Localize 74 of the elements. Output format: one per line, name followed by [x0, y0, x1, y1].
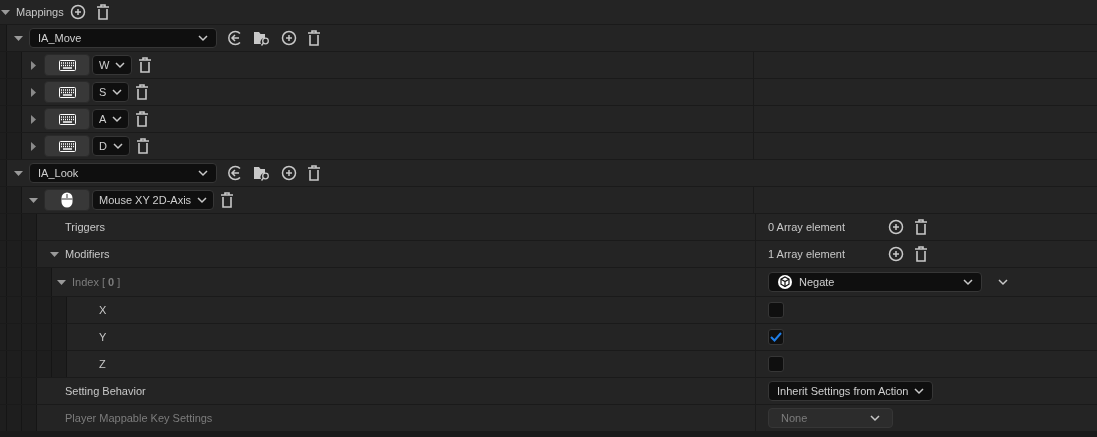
- delete-icon[interactable]: [307, 30, 321, 46]
- chevron-down-icon: [963, 278, 973, 286]
- key-device-button[interactable]: [44, 135, 90, 157]
- delete-icon[interactable]: [914, 219, 928, 235]
- key-device-button[interactable]: [44, 189, 90, 211]
- delete-icon[interactable]: [135, 138, 150, 154]
- chevron-down-icon: [197, 196, 208, 204]
- add-icon[interactable]: [69, 4, 86, 20]
- add-icon[interactable]: [888, 219, 904, 235]
- key-dropdown[interactable]: W: [92, 55, 133, 75]
- setting-dropdown[interactable]: Inherit Settings from Action: [768, 381, 934, 401]
- keyboard-icon: [58, 86, 76, 98]
- checkbox[interactable]: [768, 302, 784, 318]
- chevron-down-icon: [870, 414, 880, 422]
- keyboard-icon: [58, 113, 76, 125]
- action-dropdown[interactable]: IA_Move: [29, 28, 217, 48]
- key-dropdown[interactable]: D: [92, 136, 130, 156]
- chevron-down-icon: [914, 387, 925, 395]
- cube-icon: [777, 274, 793, 290]
- folder-search-icon[interactable]: [253, 30, 271, 46]
- property-label: Modifiers: [65, 248, 110, 260]
- property-label: Setting Behavior: [65, 385, 146, 397]
- delete-icon[interactable]: [220, 192, 235, 208]
- folder-search-icon[interactable]: [253, 165, 271, 181]
- key-dropdown[interactable]: Mouse XY 2D-Axis: [92, 190, 215, 210]
- checkbox[interactable]: [768, 329, 784, 345]
- delete-icon[interactable]: [135, 84, 150, 100]
- expanded-arrow-icon[interactable]: [13, 168, 23, 178]
- chevron-down-icon: [112, 115, 123, 123]
- collapsed-arrow-icon[interactable]: [28, 141, 38, 151]
- checkbox[interactable]: [768, 356, 784, 372]
- expanded-arrow-icon[interactable]: [56, 277, 66, 287]
- expanded-arrow-icon[interactable]: [28, 195, 38, 205]
- back-arrow-icon[interactable]: [227, 165, 243, 181]
- property-label: Triggers: [65, 221, 105, 233]
- property-label: X: [99, 304, 107, 316]
- chevron-down-icon: [198, 34, 208, 42]
- collapsed-arrow-icon[interactable]: [28, 87, 38, 97]
- delete-icon[interactable]: [135, 111, 150, 127]
- property-label: Index [ 0 ]: [72, 276, 121, 288]
- add-icon[interactable]: [281, 165, 297, 181]
- chevron-down-icon: [115, 61, 126, 69]
- modifier-dropdown[interactable]: Negate: [768, 272, 982, 292]
- expanded-arrow-icon[interactable]: [13, 33, 23, 43]
- add-icon[interactable]: [888, 246, 904, 262]
- expanded-arrow-icon[interactable]: [49, 249, 59, 259]
- array-count: 1 Array element: [768, 248, 847, 260]
- delete-icon[interactable]: [95, 4, 110, 20]
- key-dropdown[interactable]: S: [92, 82, 130, 102]
- delete-icon[interactable]: [138, 57, 153, 73]
- key-device-button[interactable]: [44, 54, 90, 76]
- section-title: Mappings: [16, 6, 64, 18]
- keyboard-icon: [58, 140, 76, 152]
- collapsed-arrow-icon[interactable]: [28, 114, 38, 124]
- expanded-arrow-icon[interactable]: [0, 7, 10, 17]
- property-label: Player Mappable Key Settings: [65, 412, 213, 424]
- delete-icon[interactable]: [307, 165, 321, 181]
- key-dropdown[interactable]: A: [92, 109, 130, 129]
- chevron-down-icon: [198, 169, 208, 177]
- chevron-down-icon: [112, 88, 123, 96]
- chevron-down-icon: [998, 278, 1008, 286]
- key-device-button[interactable]: [44, 108, 90, 130]
- key-device-button[interactable]: [44, 81, 90, 103]
- array-count: 0 Array element: [768, 221, 847, 233]
- chevron-down-icon: [112, 142, 123, 150]
- add-icon[interactable]: [281, 30, 297, 46]
- collapsed-arrow-icon[interactable]: [28, 60, 38, 70]
- action-dropdown[interactable]: IA_Look: [29, 163, 217, 183]
- keyboard-icon: [58, 59, 76, 71]
- property-label: Z: [99, 358, 106, 370]
- back-arrow-icon[interactable]: [227, 30, 243, 46]
- mouse-icon: [61, 192, 73, 208]
- delete-icon[interactable]: [914, 246, 928, 262]
- property-label: Y: [99, 331, 107, 343]
